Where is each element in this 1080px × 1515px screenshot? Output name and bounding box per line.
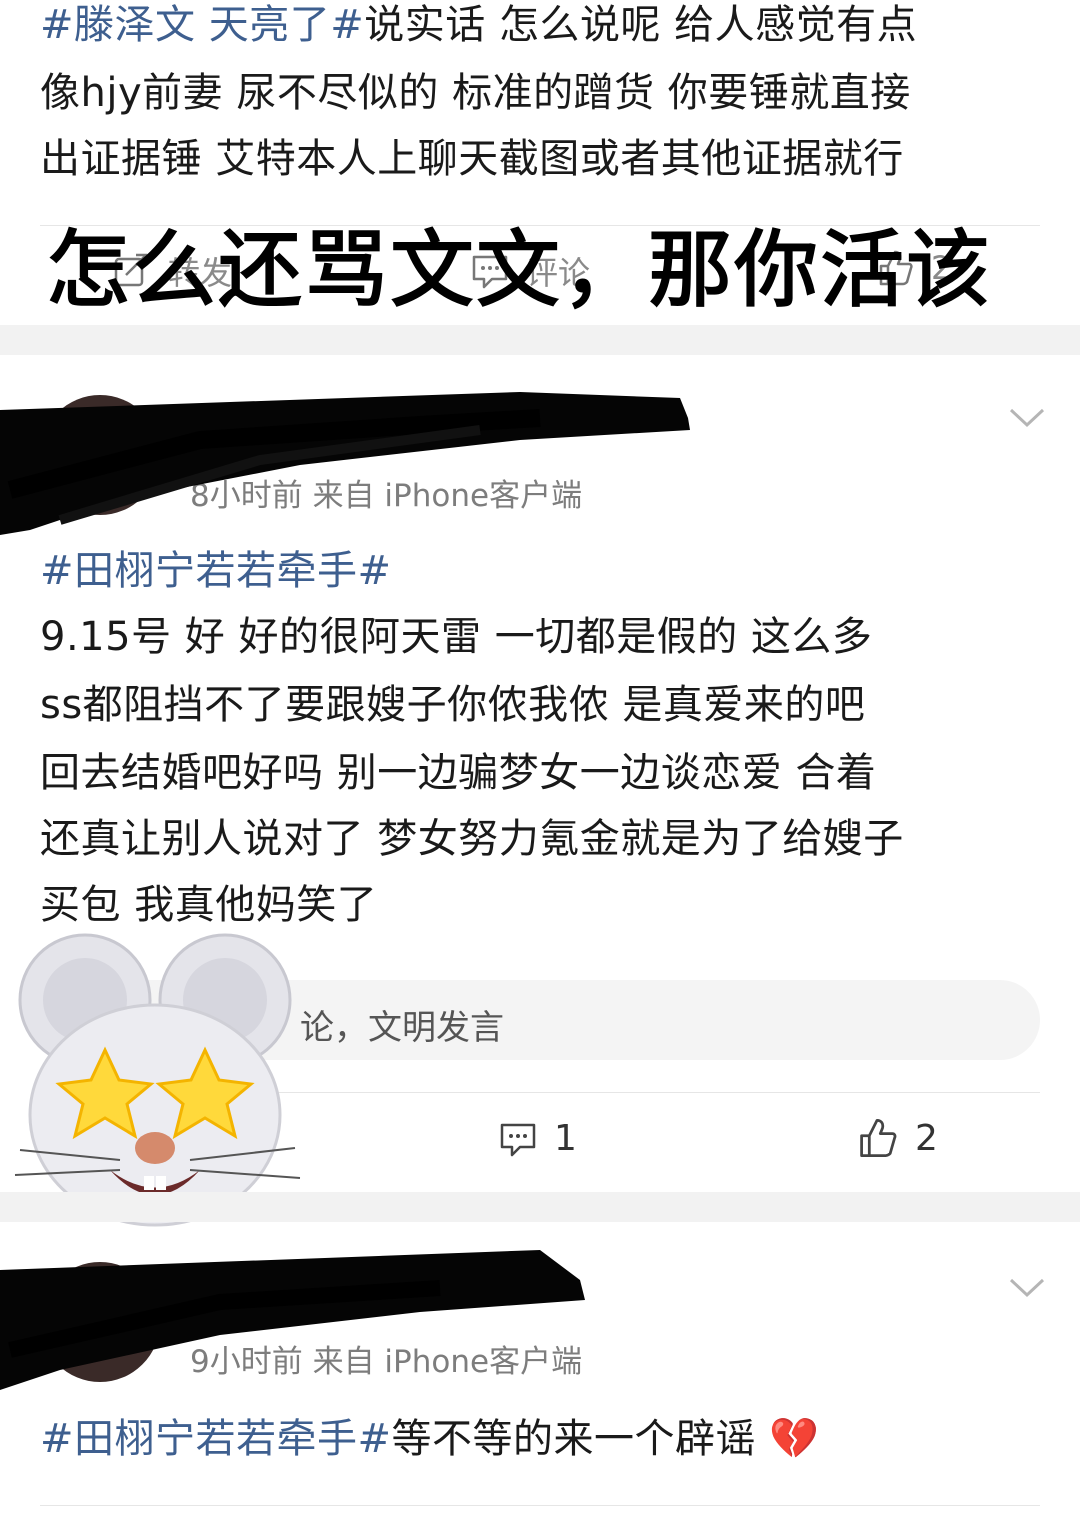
overlay-caption: 怎么还骂文文，那你活该 xyxy=(45,221,993,319)
comment-placeholder: 论，文明发言 xyxy=(300,1008,504,1048)
feed-separator xyxy=(0,325,1080,355)
like-icon xyxy=(855,1116,899,1160)
post-2-line-4: 还真让别人说对了 梦女努力氪金就是为了给嫂子 xyxy=(40,816,904,862)
post-3-topic-tag[interactable]: #田栩宁若若牵手# xyxy=(40,1416,392,1462)
like-button[interactable]: 2 xyxy=(855,1116,938,1160)
post-1-line-1: #滕泽文 天亮了#说实话 怎么说呢 给人感觉有点 xyxy=(40,2,918,48)
divider xyxy=(40,1505,1040,1506)
post-2-line-2: ss都阻挡不了要跟嫂子你侬我侬 是真爱来的吧 xyxy=(40,682,866,728)
chevron-down-icon[interactable] xyxy=(1008,1276,1046,1304)
feed-separator xyxy=(0,1192,1080,1222)
comment-icon xyxy=(498,1119,538,1159)
chevron-down-icon[interactable] xyxy=(1008,406,1046,434)
post-2-line-1: 9.15号 好 好的很阿天雷 一切都是假的 这么多 xyxy=(40,614,873,660)
post-1-line-3: 出证据锤 艾特本人上聊天截图或者其他证据就行 xyxy=(40,136,904,182)
post-2-line-3: 回去结婚吧好吗 别一边骗梦女一边谈恋爱 合着 xyxy=(40,750,877,796)
post-1-line-2: 像hjy前妻 尿不尽似的 标准的蹭货 你要锤就直接 xyxy=(40,70,911,116)
broken-heart-icon: 💔 xyxy=(769,1416,820,1462)
comment-button[interactable]: 1 xyxy=(498,1118,577,1159)
post-1-topic-tag[interactable]: #滕泽文 天亮了# xyxy=(40,2,364,48)
comment-count: 1 xyxy=(554,1118,577,1159)
scribble-redaction xyxy=(0,392,690,535)
post-3-line-1: #田栩宁若若牵手#等不等的来一个辟谣 💔 xyxy=(40,1416,820,1462)
mouse-sticker xyxy=(14,933,301,1227)
scribble-redaction xyxy=(0,1250,585,1390)
like-count: 2 xyxy=(915,1117,938,1159)
post-2-topic-tag[interactable]: #田栩宁若若牵手# xyxy=(40,538,392,604)
